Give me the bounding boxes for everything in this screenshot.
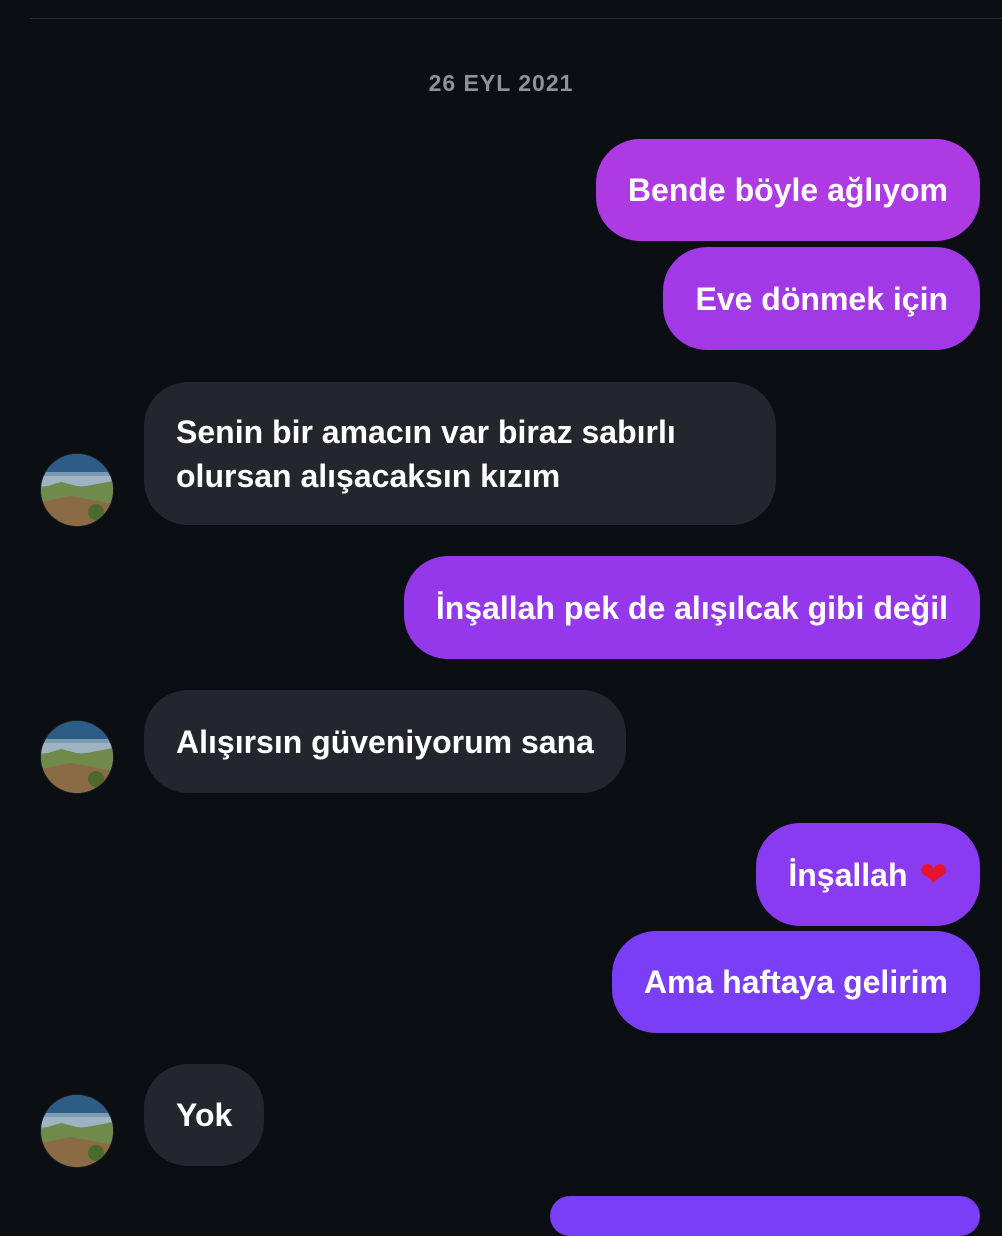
message-text-line: olursan alışacaksın kızım [176, 457, 561, 494]
contact-avatar[interactable] [40, 1094, 114, 1168]
message-bubble-incoming[interactable]: Yok [144, 1064, 265, 1166]
message-bubble-outgoing[interactable]: Eve dönmek için [663, 247, 980, 350]
heart-icon: ❤ [919, 855, 949, 894]
message-text: Ama haftaya gelirim [643, 964, 948, 1000]
contact-avatar[interactable] [40, 720, 114, 794]
message-bubble-outgoing[interactable]: İnşallah ❤ [756, 823, 980, 926]
landscape-photo-avatar-icon [41, 721, 113, 793]
message-text: Yok [176, 1097, 233, 1133]
message-bubble-outgoing[interactable]: İnşallah pek de alışılcak gibi değil [403, 556, 980, 659]
message-text: Alışırsın güveniyorum sana [176, 723, 594, 760]
message-text-line: Senin bir amacın var biraz sabırlı [176, 413, 676, 450]
landscape-photo-avatar-icon [41, 454, 113, 526]
message-bubble-incoming[interactable]: Senin bir amacın var biraz sabırlı olurs… [144, 382, 776, 525]
message-text: İnşallah pek de alışılcak gibi değil [435, 589, 948, 626]
message-bubble-outgoing[interactable]: Bende böyle ağlıyom [595, 139, 980, 241]
message-bubble-incoming[interactable]: Alışırsın güveniyorum sana [144, 690, 626, 793]
landscape-photo-avatar-icon [41, 1095, 113, 1167]
message-text: Eve dönmek için [695, 280, 948, 317]
message-bubble-outgoing-partial[interactable] [550, 1196, 980, 1236]
top-divider [30, 18, 1002, 19]
date-separator: 26 EYL 2021 [428, 70, 574, 96]
message-text: İnşallah [788, 856, 908, 893]
contact-avatar[interactable] [40, 453, 114, 527]
message-text: Bende böyle ağlıyom [627, 172, 948, 208]
message-bubble-outgoing[interactable]: Ama haftaya gelirim [611, 931, 980, 1033]
